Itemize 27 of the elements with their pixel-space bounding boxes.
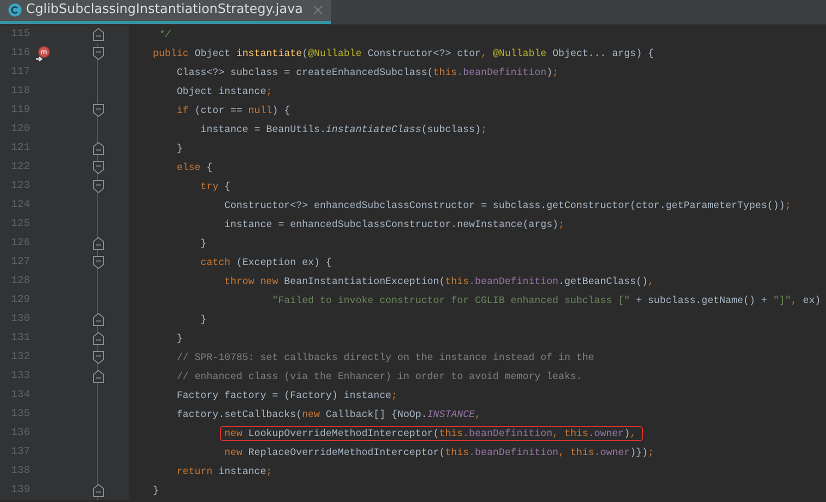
class-file-icon — [8, 3, 22, 17]
close-icon — [312, 5, 323, 15]
code-line: } — [152, 484, 159, 498]
code-line: new ReplaceOverrideMethodInterceptor(this.beanDefinition, this.owner)}); — [223, 446, 654, 460]
code-line: "Failed to invoke constructor for CGLIB enhanced subclass [" + subclass.getName() + "]", ex) — [271, 294, 821, 308]
code-line: } — [200, 313, 207, 327]
code-line: instance = BeanUtils.instantiateClass(subclass); — [200, 123, 487, 137]
code-line: else { — [176, 161, 212, 175]
code-line: Class<?> subclass = createEnhancedSubclass(this.beanDefinition); — [176, 66, 558, 80]
code-line: } — [200, 237, 207, 251]
code-line: // SPR-10785: set callbacks directly on the instance instead of in the — [176, 351, 594, 365]
code-line: Factory factory = (Factory) instance; — [176, 389, 398, 403]
code-line: catch (Exception ex) { — [200, 256, 332, 270]
code-line: instance = enhancedSubclassConstructor.newInstance(args); — [223, 218, 564, 232]
code-line: Constructor<?> enhancedSubclassConstructor = subclass.getConstructor(ctor.getParameterTypes()); — [223, 199, 791, 213]
code-line: try { — [200, 180, 230, 194]
code-line: factory.setCallbacks(new Callback[] {NoOp.INSTANCE, — [176, 408, 481, 422]
code-line: if (ctor == null) { — [176, 104, 290, 118]
code-line: public Object instantiate(@Nullable Constructor<?> ctor, @Nullable Object... args) { — [152, 47, 654, 61]
code-line: */ — [158, 28, 171, 42]
code-line: // enhanced class (via the Enhancer) in order to avoid memory leaks. — [176, 370, 582, 384]
code-line: return instance; — [176, 465, 272, 479]
code-line: Object instance; — [176, 85, 272, 99]
code-line: } — [176, 332, 183, 346]
code-line: } — [176, 142, 183, 156]
file-tab[interactable]: CglibSubclassingInstantiationStrategy.java — [0, 0, 331, 24]
code-line: throw new BeanInstantiationException(this.beanDefinition.getBeanClass(), — [223, 275, 654, 289]
